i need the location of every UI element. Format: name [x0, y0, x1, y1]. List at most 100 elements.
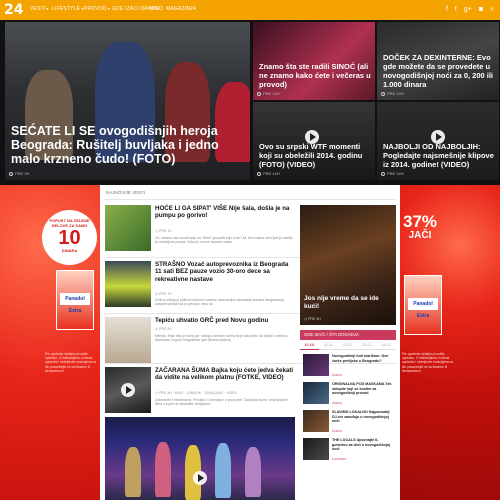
events-header: Gde izaći / Šta dogadja	[300, 330, 396, 340]
google-plus-icon[interactable]: g+	[464, 5, 472, 14]
social-icons: f t g+ ◙ ⌕	[446, 5, 494, 14]
hero-tile-title[interactable]: NAJBOLJI OD NAJBOLJIH: Pogledajte najsme…	[383, 142, 497, 169]
rail-feature-meta: ◷ PRE 4H	[304, 317, 321, 321]
nav-item-24[interactable]: 24	[190, 6, 196, 12]
hero-grid: SEĆATE LI SE ovogodišnjih heroja Beograd…	[0, 20, 500, 185]
photo-person	[245, 447, 261, 497]
rail-feature[interactable]: Jos nije vreme da se ide kući! ◷ PRE 4H	[300, 205, 396, 325]
clock-icon	[9, 171, 13, 176]
date-tab[interactable]: 31.XII.	[300, 340, 320, 350]
ad-product-box[interactable]: Panadol Extra	[404, 275, 442, 335]
event-title[interactable]: Novogodišnji ludi mariklon: Dve žurke pe…	[332, 354, 394, 363]
nav-item-kino[interactable]: Kino	[150, 6, 163, 12]
event-title[interactable]: ORIGINALNA POD MASKAMA Tek sklopite koji…	[332, 382, 394, 396]
caret-down-icon: ▾	[46, 6, 49, 11]
hero-tile-title[interactable]: Znamo šta ste radili SINOĆ (ali ne znamo…	[259, 62, 373, 89]
event-label: ŽURKA	[332, 429, 343, 433]
date-tab[interactable]: 03.01.	[357, 340, 377, 350]
nav-item-magazin[interactable]: Magazin	[166, 6, 190, 12]
event-title[interactable]: SLAVIMO LOKALNO Najpoznatiji DJ-evi zara…	[332, 410, 394, 424]
rail-feature-title[interactable]: Jos nije vreme da se ide kući!	[304, 295, 392, 311]
article-meta: ◷ PRE 4H · KINO · ZABAVNI · ZAKAZANO · V…	[155, 391, 238, 395]
instagram-icon[interactable]: ◙	[479, 5, 483, 14]
event-thumbnail[interactable]	[303, 410, 329, 432]
ad-price-badge[interactable]: POPUST NA ZELENE DELOVE ZA SAMO 10 DINAR…	[42, 210, 97, 265]
nav-item-provod[interactable]: Provod▾	[84, 6, 110, 12]
ad-product-label: Panadol Extra	[60, 293, 90, 314]
article-title[interactable]: STRAŠNO Vozač autoprevoznika iz Beograda…	[155, 261, 295, 283]
hero-main-story[interactable]: SEĆATE LI SE ovogodišnjih heroja Beograd…	[5, 22, 250, 180]
clock-icon	[381, 171, 385, 176]
facebook-icon[interactable]: f	[446, 5, 448, 14]
ad-percent-word: JAČI	[408, 230, 432, 241]
article-item[interactable]: HOĆE LI GA SIPAT' VIŠE Nije šala, došla …	[105, 205, 295, 255]
featured-video[interactable]	[105, 417, 295, 500]
event-label: ŽURKA	[332, 401, 343, 405]
event-thumbnail[interactable]	[303, 438, 329, 460]
ad-percent[interactable]: 37% JAČI	[402, 213, 438, 241]
event-item[interactable]: Novogodišnji ludi mariklon: Dve žurke pe…	[300, 352, 396, 379]
hero-main-meta: PRE 2H	[9, 171, 29, 176]
twitter-icon[interactable]: t	[455, 5, 457, 14]
article-thumbnail[interactable]	[105, 205, 151, 251]
event-title[interactable]: THE LOCALS Upoznajte IL gotovinu za izle…	[332, 438, 394, 452]
article-thumbnail[interactable]	[105, 367, 151, 413]
event-label: KONCERT	[332, 457, 347, 461]
ad-footnote: Pre upotrebe detaljno proučite uputstvo.…	[402, 352, 454, 373]
hero-tile-title[interactable]: DOČEK ZA DEXINTERNE: Evo gde možete da s…	[383, 53, 497, 89]
hero-tile-4[interactable]: NAJBOLJI OD NAJBOLJIH: Pogledajte najsme…	[377, 102, 499, 180]
main-content: Najnovije vesti HOĆE LI GA SIPAT' VIŠE N…	[100, 185, 400, 500]
event-item[interactable]: THE LOCALS Upoznajte IL gotovinu za izle…	[300, 436, 396, 463]
hero-tile-2[interactable]: DOČEK ZA DEXINTERNE: Evo gde možete da s…	[377, 22, 499, 100]
article-title[interactable]: HOĆE LI GA SIPAT' VIŠE Nije šala, došla …	[155, 205, 295, 220]
hero-tile-title[interactable]: Ovo su srpski WTF momenti koji su obelež…	[259, 142, 373, 169]
date-tab[interactable]: 04.01.	[376, 340, 397, 350]
section-title: Najnovije vesti	[106, 190, 146, 195]
article-thumbnail[interactable]	[105, 261, 151, 307]
ad-badge-text: POPUST NA ZELENE DELOVE ZA SAMO	[49, 218, 90, 228]
article-item[interactable]: Tepiću uhvatio GRČ pred Novu godinu ◷ PR…	[105, 317, 295, 367]
event-label: ŽURKA	[332, 373, 343, 377]
ad-product-box[interactable]: Panadol Extra	[56, 270, 94, 330]
hero-tile-3[interactable]: Ovo su srpski WTF momenti koji su obelež…	[253, 102, 375, 180]
play-icon[interactable]	[121, 383, 135, 397]
ad-footnote: Pre upotrebe detaljno proučite uputstvo.…	[45, 352, 97, 373]
nav-item-lifestyle[interactable]: Lifestyle▾	[52, 6, 83, 12]
date-tab[interactable]: 02.01.	[338, 340, 358, 350]
article-title[interactable]: ZAČARANA ŠUMA Bajka koju ćete jedva čeka…	[155, 367, 295, 382]
article-item[interactable]: ZAČARANA ŠUMA Bajka koju ćete jedva čeka…	[105, 367, 295, 417]
site-logo[interactable]: 24	[4, 1, 26, 32]
event-item[interactable]: ORIGINALNA POD MASKAMA Tek sklopite koji…	[300, 380, 396, 407]
article-thumbnail[interactable]	[105, 317, 151, 363]
hero-tile-meta: PRE 14H	[257, 91, 280, 96]
ad-badge-unit: DINARA	[61, 248, 78, 253]
date-tabs: 31.XII. 01.01. 02.01. 03.01. 04.01.	[300, 340, 397, 350]
article-excerpt: Ok, nekada nas vozači kažu da "Ništa" go…	[155, 236, 293, 245]
article-meta: ◷ PRE 1H	[155, 229, 172, 233]
event-item[interactable]: SLAVIMO LOKALNO Najpoznatiji DJ-evi zara…	[300, 408, 396, 435]
search-icon[interactable]: ⌕	[490, 5, 494, 14]
hero-tile-1[interactable]: Znamo šta ste radili SINOĆ (ali ne znamo…	[253, 22, 375, 100]
article-item[interactable]: STRAŠNO Vozač autoprevoznika iz Beograda…	[105, 261, 295, 311]
article-meta: ◷ PRE 4H	[155, 327, 172, 331]
clock-icon	[257, 171, 261, 176]
article-excerpt: Milenko Tepić nisu je samo grč nošnja u …	[155, 334, 288, 343]
event-thumbnail[interactable]	[303, 354, 329, 376]
play-icon[interactable]	[193, 471, 207, 485]
nav-item-vesti[interactable]: Vesti▾	[30, 6, 49, 12]
article-excerpt: Učilica policija je prilikom redovne kon…	[155, 298, 285, 307]
photo-person	[155, 442, 171, 497]
hero-tile-meta: PRE 14H	[257, 171, 280, 176]
date-tab[interactable]: 01.01.	[319, 340, 339, 350]
top-nav: 24 Vesti▾ Lifestyle▾ Provod▾ Gde izaci d…	[0, 0, 500, 32]
hero-main-title[interactable]: SEĆATE LI SE ovogodišnjih heroja Beograd…	[11, 124, 249, 166]
ad-badge-number: 10	[58, 227, 81, 249]
article-title[interactable]: Tepiću uhvatio GRČ pred Novu godinu	[155, 317, 295, 324]
photo-person	[125, 447, 141, 497]
photo-person	[215, 443, 231, 498]
ad-product-label: Panadol Extra	[408, 298, 438, 319]
event-thumbnail[interactable]	[303, 382, 329, 404]
hero-tile-meta: PRE 14H	[381, 91, 404, 96]
ad-percent-value: 37%	[402, 212, 438, 231]
caret-down-icon: ▾	[107, 6, 111, 11]
